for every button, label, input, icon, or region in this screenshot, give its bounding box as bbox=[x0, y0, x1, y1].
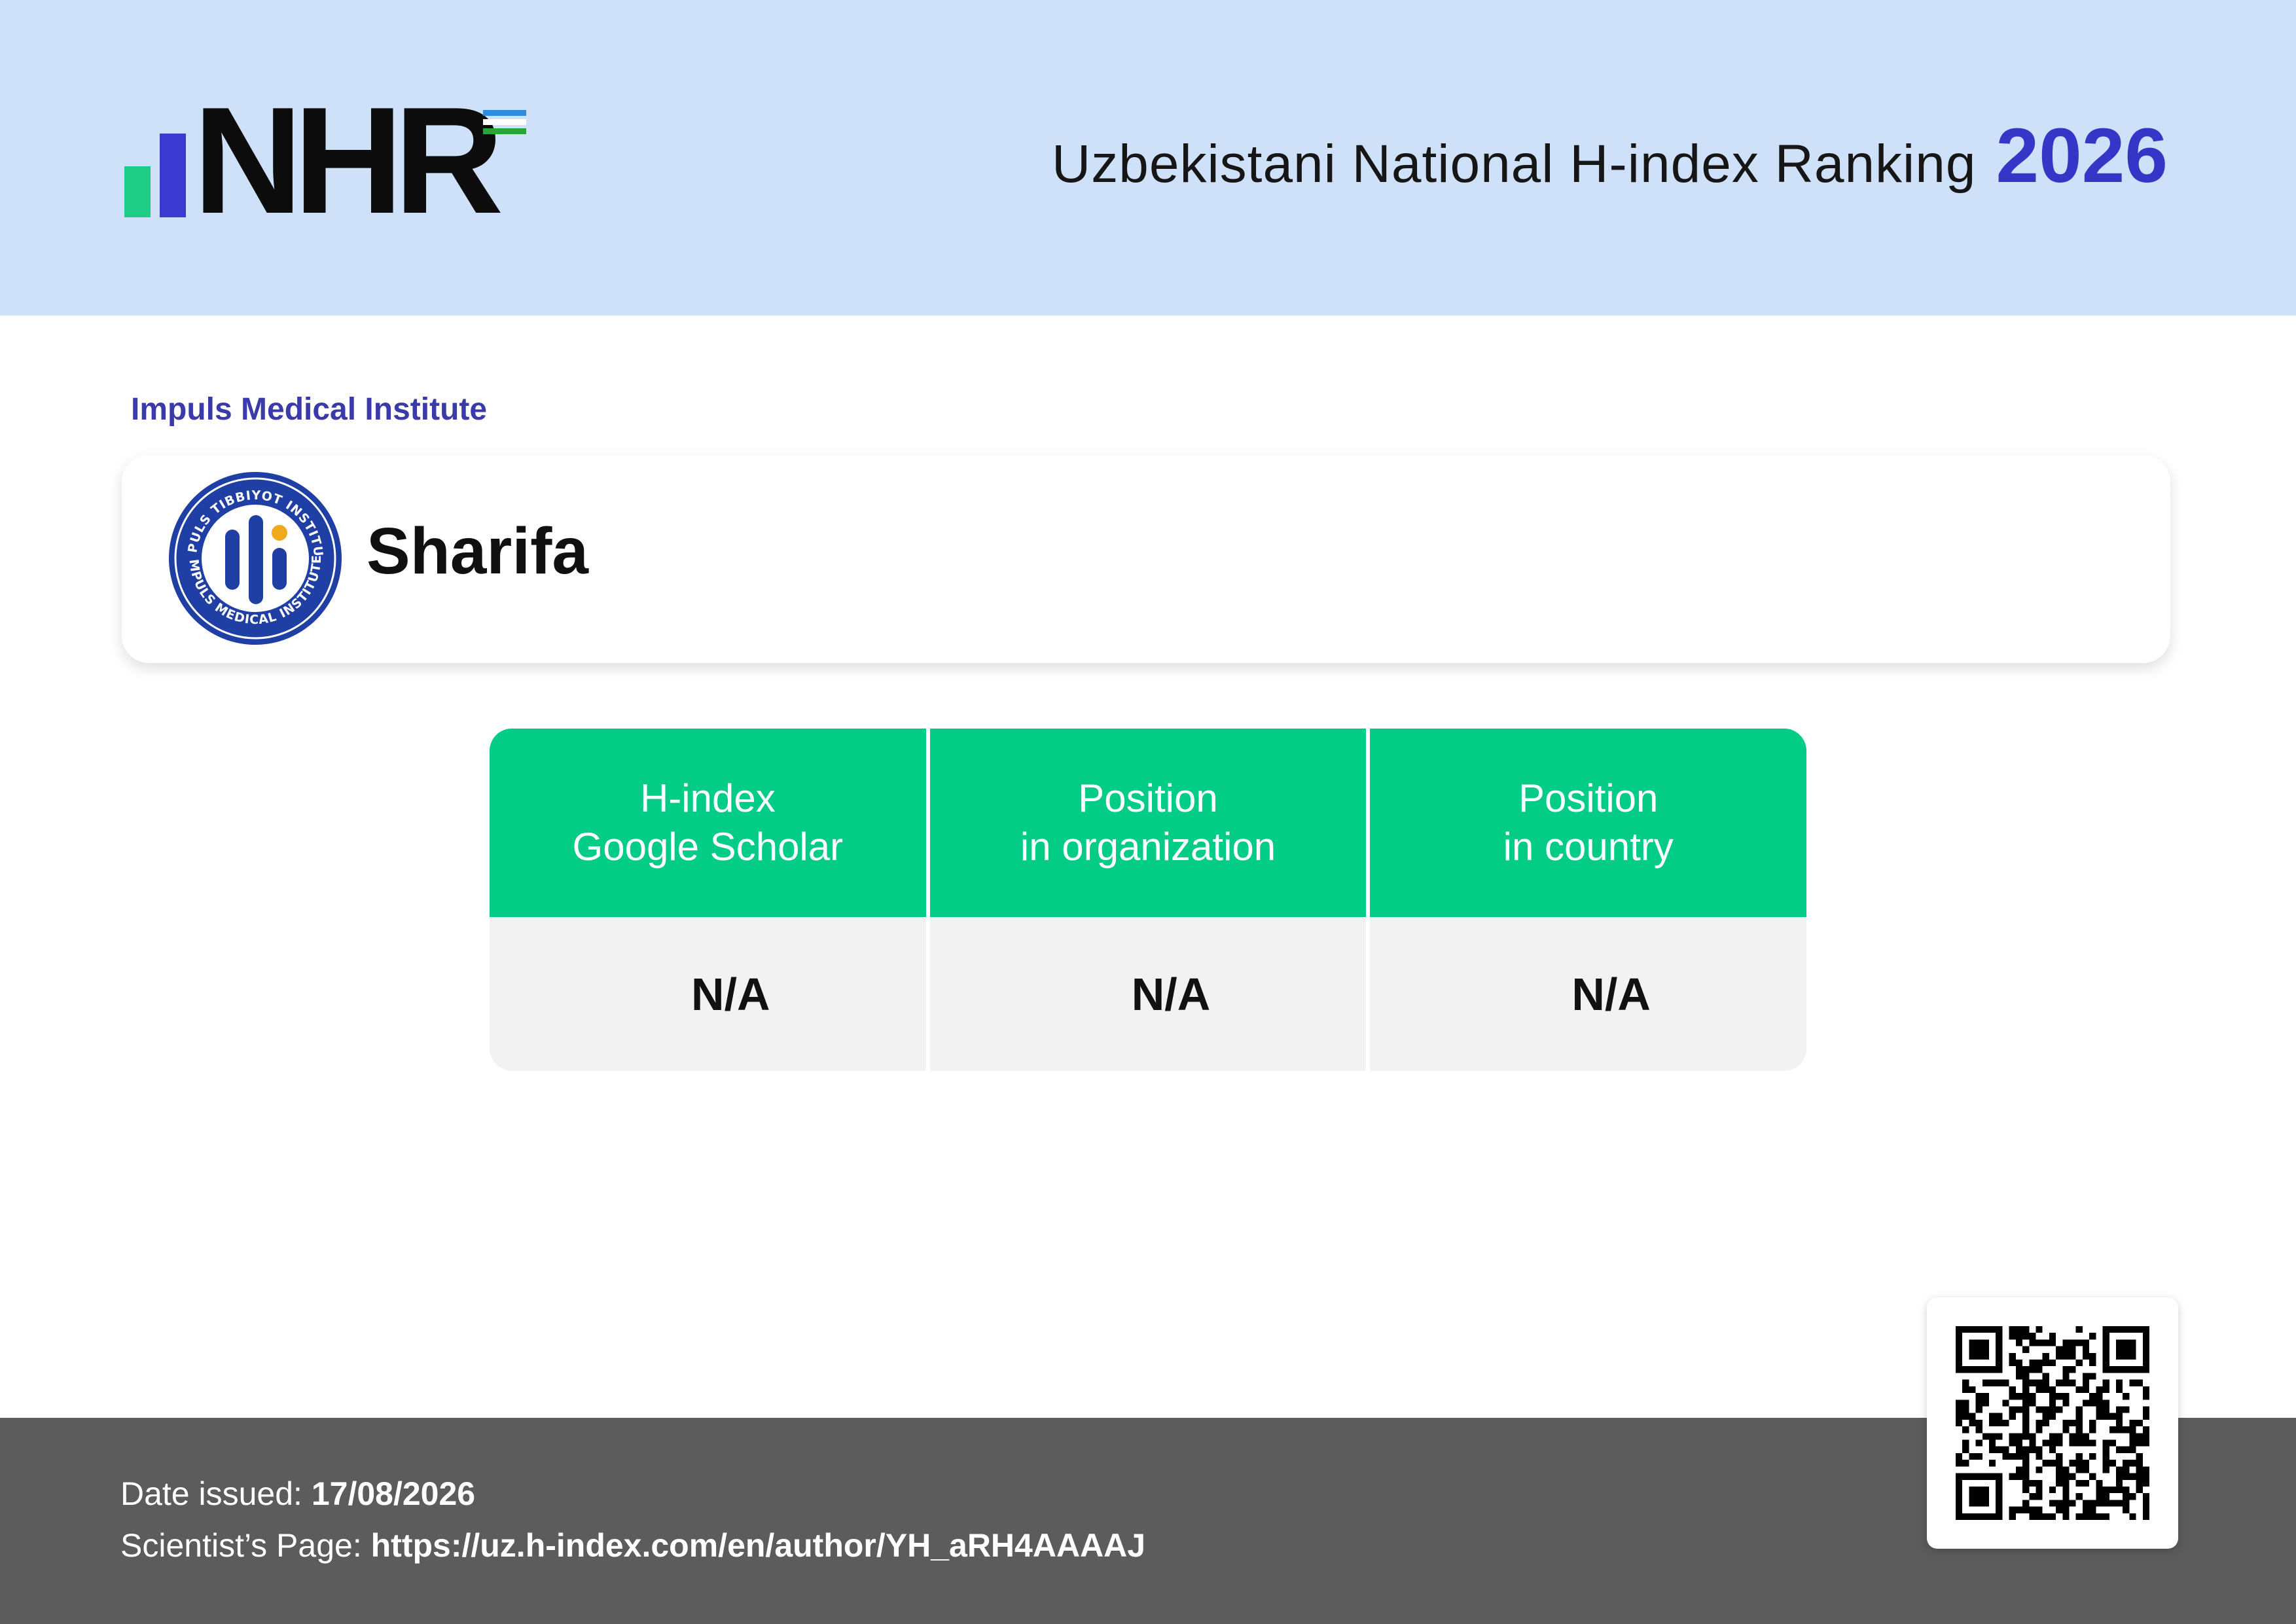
date-label: Date issued: bbox=[120, 1475, 302, 1512]
hindex-value: N/A bbox=[490, 917, 926, 1071]
person-name: Sharifa bbox=[367, 514, 589, 588]
flag-icon bbox=[483, 110, 526, 137]
col-header-line1: Position bbox=[1078, 776, 1218, 820]
institution-name: Impuls Medical Institute bbox=[131, 392, 488, 427]
org-position-value: N/A bbox=[929, 917, 1367, 1071]
logo-bar-green bbox=[124, 166, 151, 217]
logo-text: NHR bbox=[193, 76, 504, 245]
scientist-page: Scientist’s Page: https://uz.h-index.com… bbox=[120, 1526, 1145, 1564]
col-header-hindex: H-index Google Scholar bbox=[490, 729, 926, 917]
logo-bar-blue bbox=[160, 134, 186, 217]
date-issued: Date issued: 17/08/2026 bbox=[120, 1475, 475, 1513]
stats-col-org-position: Position in organization N/A bbox=[925, 729, 1367, 1071]
qr-code-icon bbox=[1956, 1326, 2149, 1520]
nhr-logo-icon: NHR bbox=[124, 85, 543, 237]
stats-table: H-index Google Scholar N/A Position in o… bbox=[490, 729, 1806, 1071]
stats-col-country-position: Position in country N/A bbox=[1366, 729, 1806, 1071]
scientist-page-link[interactable]: https://uz.h-index.com/en/author/YH_aRH4… bbox=[371, 1527, 1145, 1564]
col-header-country-position: Position in country bbox=[1370, 729, 1806, 917]
col-header-org-position: Position in organization bbox=[929, 729, 1367, 917]
col-header-line1: H-index bbox=[639, 776, 776, 820]
ranking-year: 2026 bbox=[1996, 113, 2168, 199]
col-header-line1: Position bbox=[1518, 776, 1659, 820]
page-label: Scientist’s Page: bbox=[120, 1527, 362, 1564]
institution-seal-icon: IMPULS TIBBIYOT INSTITUTI IMPULS MEDICAL… bbox=[168, 471, 342, 645]
col-header-line2: in country bbox=[1503, 825, 1674, 869]
country-position-value: N/A bbox=[1370, 917, 1806, 1071]
stats-col-hindex: H-index Google Scholar N/A bbox=[490, 729, 926, 1071]
col-header-line2: Google Scholar bbox=[572, 825, 844, 869]
col-header-line2: in organization bbox=[1020, 825, 1276, 869]
person-card: IMPULS TIBBIYOT INSTITUTI IMPULS MEDICAL… bbox=[122, 455, 2170, 663]
ranking-title: Uzbekistani National H-index Ranking bbox=[1052, 134, 1977, 194]
date-value: 17/08/2026 bbox=[311, 1475, 476, 1512]
page-title: Uzbekistani National H-index Ranking 202… bbox=[1052, 111, 2168, 200]
header-banner: NHR Uzbekistani National H-index Ranking… bbox=[0, 0, 2296, 316]
qr-card bbox=[1927, 1297, 2178, 1549]
